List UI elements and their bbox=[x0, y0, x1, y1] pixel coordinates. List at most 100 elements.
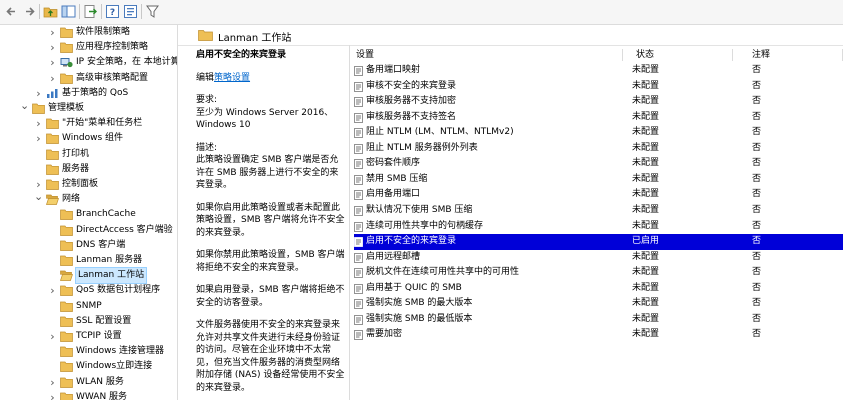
table-row[interactable]: 启用基于 QUIC 的 SMB 未配置 否 bbox=[354, 281, 843, 297]
folder-icon bbox=[60, 361, 73, 373]
table-row[interactable]: 审核不安全的来宾登录 未配置 否 bbox=[354, 79, 843, 95]
chevron-right-icon[interactable]: › bbox=[34, 86, 43, 101]
table-row[interactable]: 阻止 NTLM 服务器例外列表 未配置 否 bbox=[354, 141, 843, 157]
comment-cell: 否 bbox=[752, 127, 762, 138]
folder-icon bbox=[46, 164, 59, 175]
table-row[interactable]: 密码套件顺序 未配置 否 bbox=[354, 156, 843, 172]
setting-cell: 启用不安全的来宾登录 bbox=[366, 236, 457, 247]
show-hide-tree-icon[interactable] bbox=[61, 4, 76, 19]
setting-cell: 需要加密 bbox=[366, 329, 403, 340]
column-header-setting[interactable]: 设置 bbox=[356, 47, 374, 63]
comment-cell: 否 bbox=[752, 329, 762, 340]
chevron-right-icon[interactable]: › bbox=[48, 40, 57, 55]
state-cell: 未配置 bbox=[632, 111, 660, 122]
export-icon[interactable] bbox=[83, 4, 98, 19]
chevron-down-icon[interactable]: ⌄ bbox=[34, 191, 43, 207]
details-title: Lanman 工作站 bbox=[218, 33, 292, 44]
chevron-right-icon[interactable]: › bbox=[48, 71, 57, 86]
tree-item-label: SNMP bbox=[76, 300, 102, 311]
edit-policy-link[interactable]: 策略设置 bbox=[214, 73, 250, 83]
state-cell: 未配置 bbox=[632, 298, 660, 309]
tree-item-label: DNS 客户端 bbox=[76, 239, 126, 250]
setting-cell: 启用备用端口 bbox=[366, 189, 421, 200]
tree-item-label: WLAN 服务 bbox=[76, 376, 124, 387]
table-row[interactable]: 审核服务器不支持加密 未配置 否 bbox=[354, 94, 843, 110]
column-header-state[interactable]: 状态 bbox=[636, 47, 654, 63]
policy-setting-icon bbox=[354, 283, 363, 294]
up-folder-icon[interactable] bbox=[43, 4, 58, 19]
folder-icon bbox=[60, 346, 73, 358]
chevron-right-icon[interactable]: › bbox=[34, 116, 43, 131]
folder-icon bbox=[60, 225, 73, 236]
table-row[interactable]: 脱机文件在连续可用性共享中的可用性 未配置 否 bbox=[354, 265, 843, 281]
folder-icon bbox=[60, 240, 73, 251]
policy-setting-icon bbox=[354, 299, 363, 310]
comment-cell: 否 bbox=[752, 189, 762, 200]
disable-paragraph: 如果你禁用此策略设置，SMB 客户端将拒绝不安全的来宾登录。 bbox=[196, 250, 345, 273]
tree-item-label: 高级审核策略配置 bbox=[76, 72, 149, 83]
folder-icon bbox=[60, 331, 73, 342]
chevron-right-icon[interactable]: › bbox=[48, 25, 57, 40]
folder-icon bbox=[60, 301, 73, 312]
forward-icon[interactable] bbox=[22, 4, 37, 19]
chevron-right-icon[interactable]: › bbox=[48, 283, 57, 298]
state-cell: 未配置 bbox=[632, 251, 660, 262]
folder-icon bbox=[46, 179, 59, 190]
chevron-right-icon[interactable]: › bbox=[48, 329, 57, 344]
filter-icon[interactable] bbox=[145, 4, 160, 19]
setting-cell: 禁用 SMB 压缩 bbox=[366, 173, 428, 184]
table-row[interactable]: 启用不安全的来宾登录 已启用 否 bbox=[354, 234, 843, 250]
help-icon[interactable]: ? bbox=[105, 4, 120, 19]
tree-item-label: Windows 组件 bbox=[62, 133, 124, 144]
table-row[interactable]: 连续可用性共享中的句柄缓存 未配置 否 bbox=[354, 219, 843, 235]
comment-cell: 否 bbox=[752, 267, 762, 278]
policy-setting-icon bbox=[354, 112, 363, 123]
policy-setting-icon bbox=[354, 221, 363, 232]
chevron-right-icon[interactable]: › bbox=[34, 131, 43, 146]
back-icon[interactable] bbox=[4, 4, 19, 19]
comment-cell: 否 bbox=[752, 96, 762, 107]
comment-cell: 否 bbox=[752, 298, 762, 309]
tree-item-label: Lanman 工作站 bbox=[74, 267, 148, 285]
folder-icon bbox=[60, 209, 73, 221]
properties-icon[interactable] bbox=[123, 4, 138, 19]
table-row[interactable]: 备用端口映射 未配置 否 bbox=[354, 63, 843, 79]
table-row[interactable]: 启用备用端口 未配置 否 bbox=[354, 187, 843, 203]
comment-cell: 否 bbox=[752, 282, 762, 293]
table-row[interactable]: 启用远程邮槽 未配置 否 bbox=[354, 250, 843, 266]
table-row[interactable]: 阻止 NTLM (LM、NTLM、NTLMv2) 未配置 否 bbox=[354, 125, 843, 141]
comment-cell: 否 bbox=[752, 111, 762, 122]
console-tree[interactable]: › 软件限制策略 › 应用程序控制策略 › IP 安全策略，在 本地计算机 › 高级审核策略配… bbox=[0, 25, 178, 400]
pane-divider[interactable] bbox=[349, 45, 350, 400]
chevron-right-icon[interactable]: › bbox=[48, 55, 57, 70]
table-row[interactable]: 强制实施 SMB 的最大版本 未配置 否 bbox=[354, 296, 843, 312]
chevron-right-icon[interactable]: › bbox=[48, 390, 57, 400]
policy-title: 启用不安全的来宾登录 bbox=[196, 50, 287, 60]
folder-icon bbox=[46, 118, 59, 130]
chevron-down-icon[interactable]: ⌄ bbox=[20, 100, 29, 116]
chevron-right-icon[interactable]: › bbox=[48, 375, 57, 390]
table-row[interactable]: 审核服务器不支持签名 未配置 否 bbox=[354, 110, 843, 126]
setting-cell: 备用端口映射 bbox=[366, 65, 421, 75]
table-row[interactable]: 禁用 SMB 压缩 未配置 否 bbox=[354, 172, 843, 188]
tree-item-label: Windows立即连接 bbox=[76, 361, 153, 372]
column-header-comment[interactable]: 注释 bbox=[752, 47, 770, 63]
table-row[interactable]: 默认情况下使用 SMB 压缩 未配置 否 bbox=[354, 203, 843, 219]
tree-item-label: 基于策略的 QoS bbox=[62, 87, 129, 98]
tree-item-label: Lanman 服务器 bbox=[76, 255, 143, 265]
table-header: 设置 状态 注释 bbox=[354, 47, 843, 63]
table-row[interactable]: 需要加密 未配置 否 bbox=[354, 327, 843, 343]
folder-icon bbox=[60, 285, 73, 297]
comment-cell: 否 bbox=[752, 251, 762, 262]
requirements-text: 至少为 Windows Server 2016、Windows 10 bbox=[196, 107, 334, 131]
setting-cell: 密码套件顺序 bbox=[366, 158, 421, 169]
policy-setting-icon bbox=[354, 190, 363, 201]
state-cell: 未配置 bbox=[632, 204, 660, 215]
comment-cell: 否 bbox=[752, 80, 762, 91]
table-row[interactable]: 强制实施 SMB 的最低版本 未配置 否 bbox=[354, 312, 843, 328]
